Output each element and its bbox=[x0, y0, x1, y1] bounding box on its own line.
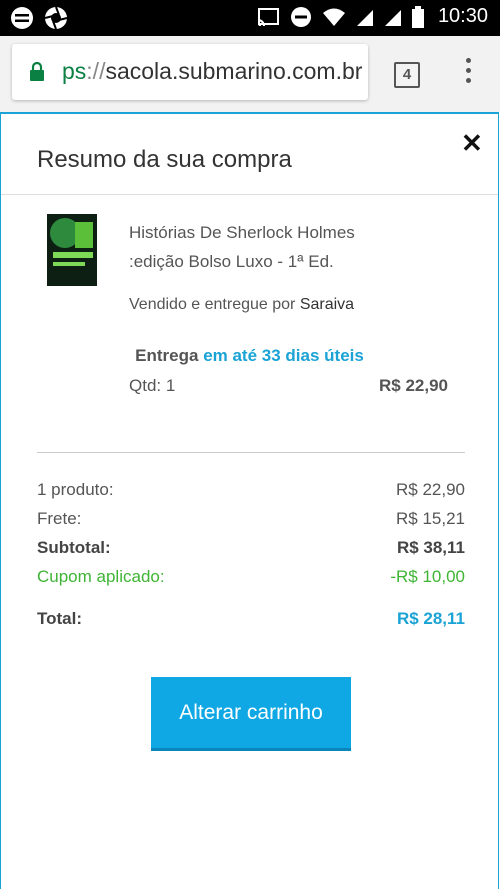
product-thumbnail[interactable] bbox=[47, 214, 97, 286]
subtotal-row: Subtotal: R$ 38,11 bbox=[37, 538, 465, 557]
aperture-icon bbox=[44, 6, 68, 30]
quantity: Qtd: 1 bbox=[129, 376, 176, 395]
do-not-disturb-icon bbox=[290, 6, 311, 27]
product-title[interactable]: Histórias De Sherlock Holmes :edição Bol… bbox=[129, 218, 429, 276]
order-summary-modal: Resumo da sua compra ✕ Histórias De Sher… bbox=[0, 112, 499, 889]
seller-name: Saraiva bbox=[299, 296, 355, 313]
change-cart-button[interactable]: Alterar carrinho bbox=[151, 677, 351, 751]
total-row: Total: R$ 28,11 bbox=[37, 609, 465, 628]
battery-icon bbox=[411, 5, 424, 28]
products-row: 1 produto: R$ 22,90 bbox=[37, 480, 465, 499]
browser-toolbar: ps://sacola.submarino.com.br 4 bbox=[0, 36, 500, 112]
item-price: R$ 22,90 bbox=[379, 376, 448, 395]
status-bar: 10:30 bbox=[0, 0, 500, 36]
lock-icon bbox=[30, 62, 44, 81]
overflow-menu-icon[interactable] bbox=[460, 58, 476, 88]
signal-icon bbox=[356, 9, 373, 26]
delivery-estimate: Entrega em até 33 dias úteis bbox=[135, 346, 364, 365]
divider bbox=[37, 452, 465, 453]
modal-title: Resumo da sua compra bbox=[37, 146, 292, 173]
coupon-row: Cupom aplicado: -R$ 10,00 bbox=[37, 567, 465, 586]
close-icon[interactable]: ✕ bbox=[461, 128, 483, 159]
url-text: ps://sacola.submarino.com.br bbox=[62, 58, 363, 84]
signal-icon-2 bbox=[384, 9, 401, 26]
clock: 10:30 bbox=[437, 5, 488, 27]
wifi-icon bbox=[322, 8, 345, 26]
modal-header: Resumo da sua compra ✕ bbox=[1, 114, 498, 195]
cast-icon bbox=[257, 7, 279, 26]
notification-icon bbox=[11, 7, 33, 29]
tab-switcher-button[interactable]: 4 bbox=[394, 62, 420, 88]
seller-info: Vendido e entregue por Saraiva bbox=[129, 296, 355, 313]
shipping-row: Frete: R$ 15,21 bbox=[37, 509, 465, 528]
address-bar[interactable]: ps://sacola.submarino.com.br bbox=[12, 44, 368, 100]
